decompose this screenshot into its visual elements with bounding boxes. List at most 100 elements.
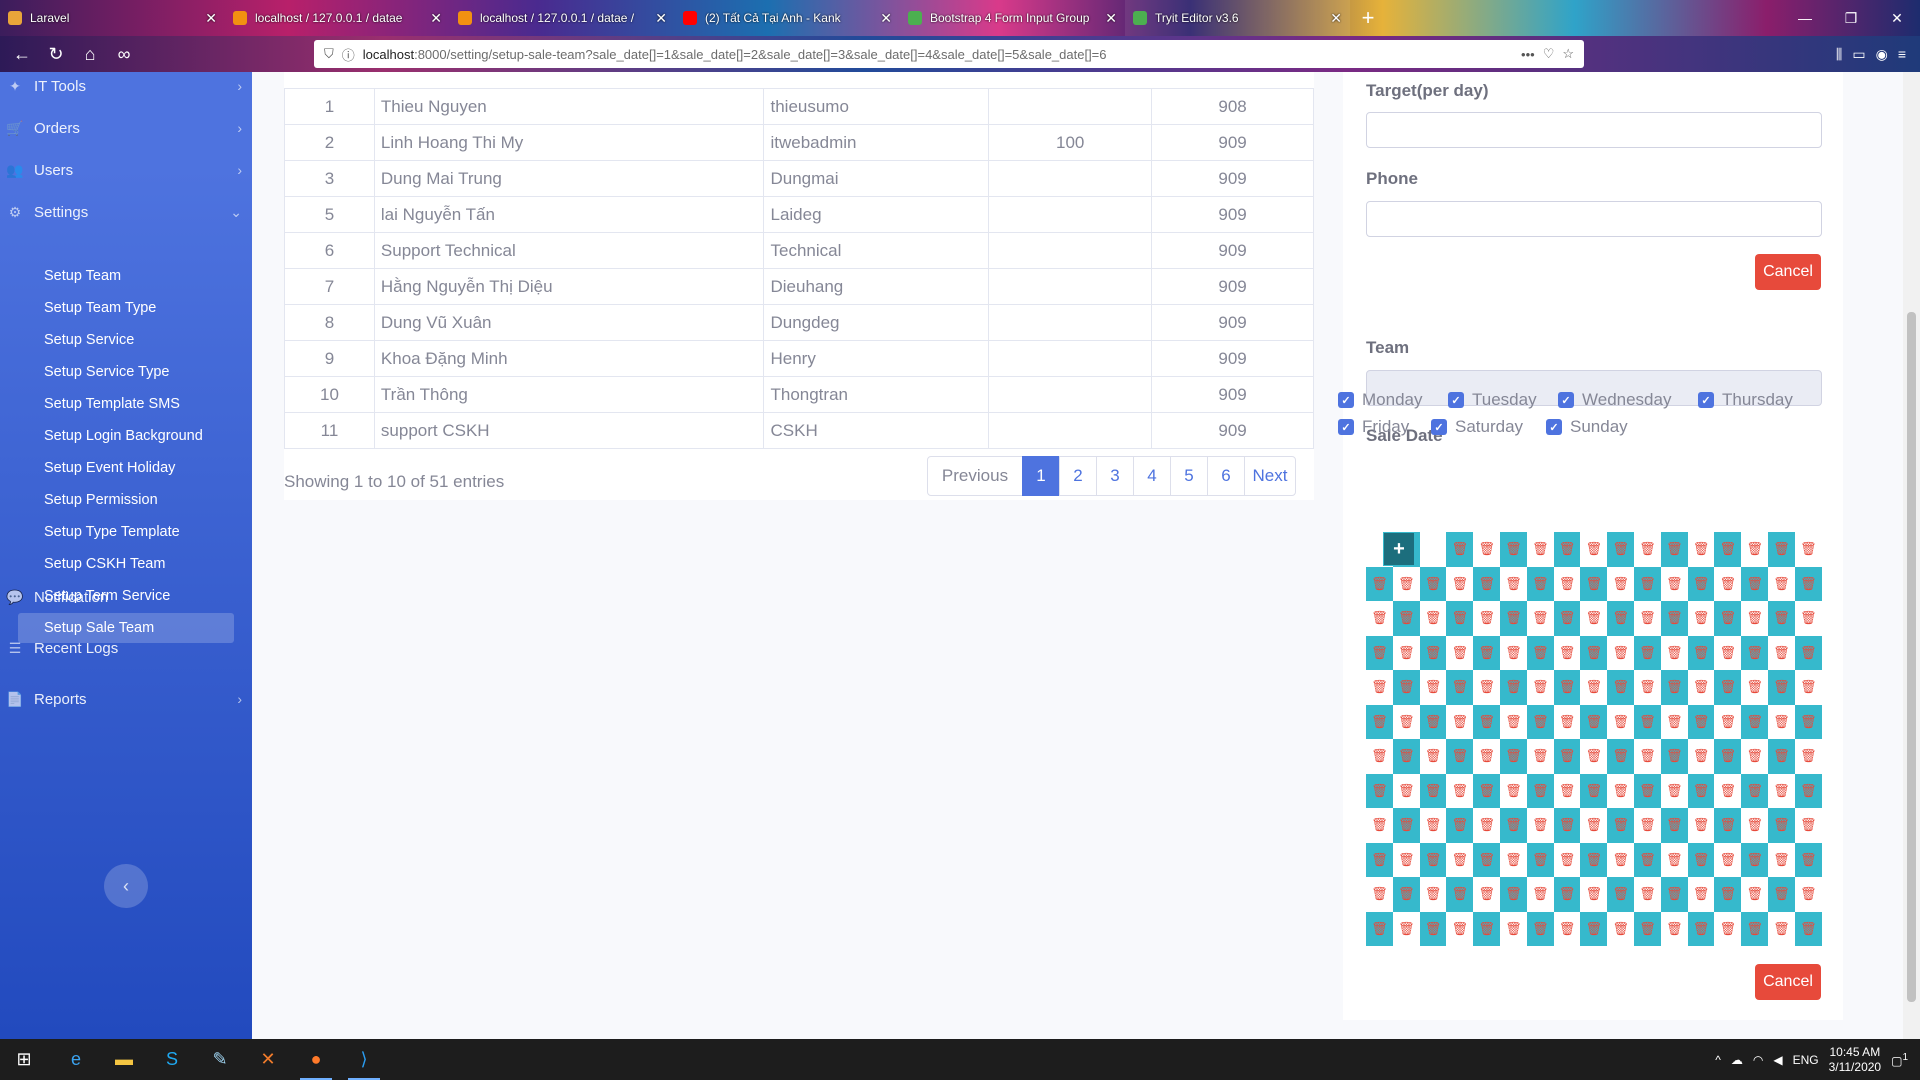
trash-icon[interactable]: 🗑 [1559,817,1576,833]
more-icon[interactable]: ••• [1521,47,1535,62]
grid-cell[interactable]: 🗑 [1741,773,1768,808]
trash-icon[interactable]: 🗑 [1693,921,1710,937]
grid-cell[interactable]: 🗑 [1419,773,1447,808]
trash-icon[interactable]: 🗑 [1505,610,1522,626]
trash-icon[interactable]: 🗑 [1505,748,1522,764]
trash-icon[interactable]: 🗑 [1746,783,1763,799]
bookmark-star-icon[interactable]: ☆ [1562,46,1574,62]
scrollbar-thumb[interactable] [1907,312,1916,1002]
grid-cell[interactable]: 🗑 [1553,532,1581,567]
browser-tab[interactable]: Laravel ✕ [0,0,225,36]
trash-icon[interactable]: 🗑 [1532,610,1549,626]
trash-icon[interactable]: 🗑 [1639,610,1656,626]
trash-icon[interactable]: 🗑 [1425,886,1442,902]
grid-cell[interactable]: 🗑 [1687,704,1715,739]
grid-cell[interactable]: 🗑 [1607,567,1634,602]
grid-cell[interactable]: 🗑 [1580,704,1608,739]
grid-cell[interactable] [1420,532,1447,567]
table-row[interactable]: 6 Support Technical Technical 909 [284,232,1314,269]
trash-icon[interactable]: 🗑 [1532,783,1549,799]
grid-cell[interactable]: 🗑 [1473,566,1500,601]
grid-cell[interactable]: 🗑 [1607,705,1634,740]
table-row[interactable]: 1 Thieu Nguyen thieusumo 908 [284,88,1314,125]
table-row[interactable]: 8 Dung Vũ Xuân Dungdeg 909 [284,304,1314,341]
page-scrollbar[interactable] [1903,72,1920,1039]
trash-icon[interactable]: 🗑 [1666,921,1683,937]
trash-icon[interactable]: 🗑 [1773,852,1790,868]
trash-icon[interactable]: 🗑 [1586,679,1603,695]
trash-icon[interactable]: 🗑 [1532,817,1549,833]
grid-cell[interactable]: 🗑 [1526,635,1554,670]
checkbox-checked-icon[interactable]: ✓ [1546,419,1562,435]
grid-cell[interactable]: 🗑 [1500,705,1527,740]
sidebar-subitem[interactable]: Setup Event Holiday [18,453,234,483]
grid-cell[interactable]: 🗑 [1500,567,1527,602]
trash-icon[interactable]: 🗑 [1693,541,1710,557]
trash-icon[interactable]: 🗑 [1800,921,1817,937]
trash-icon[interactable]: 🗑 [1478,817,1495,833]
grid-cell[interactable]: 🗑 [1553,877,1581,912]
grid-cell[interactable]: 🗑 [1580,911,1608,946]
trash-icon[interactable]: 🗑 [1800,576,1817,592]
grid-cell[interactable]: 🗑 [1634,739,1661,774]
trash-icon[interactable]: 🗑 [1505,679,1522,695]
trash-icon[interactable]: 🗑 [1398,748,1415,764]
grid-cell[interactable]: 🗑 [1634,877,1661,912]
trash-icon[interactable]: 🗑 [1612,886,1629,902]
grid-cell[interactable]: 🗑 [1553,601,1581,636]
grid-cell[interactable]: 🗑 [1794,842,1822,877]
grid-cell[interactable]: 🗑 [1580,842,1608,877]
sidebar-toggle-button[interactable]: ‹ [104,864,148,908]
trash-icon[interactable]: 🗑 [1693,610,1710,626]
grid-cell[interactable]: 🗑 [1553,739,1581,774]
checkbox-checked-icon[interactable]: ✓ [1698,392,1714,408]
trash-icon[interactable]: 🗑 [1720,748,1737,764]
grid-cell[interactable]: 🗑 [1794,911,1822,946]
grid-cell[interactable]: 🗑 [1580,601,1607,636]
grid-cell[interactable]: 🗑 [1795,808,1822,843]
grid-cell[interactable]: 🗑 [1660,670,1688,705]
grid-cell[interactable]: 🗑 [1660,601,1688,636]
sidebar-subitem[interactable]: Setup Team [18,261,234,291]
grid-cell[interactable]: 🗑 [1768,739,1795,774]
sale-day-checkbox-thursday[interactable]: ✓ Thursday [1698,390,1793,410]
grid-cell[interactable]: 🗑 [1446,532,1474,567]
grid-cell[interactable]: 🗑 [1607,877,1634,912]
grid-cell[interactable]: 🗑 [1741,670,1768,705]
grid-cell[interactable]: 🗑 [1795,532,1822,567]
grid-cell[interactable]: 🗑 [1741,566,1768,601]
trash-icon[interactable]: 🗑 [1666,783,1683,799]
trash-icon[interactable]: 🗑 [1639,852,1656,868]
grid-cell[interactable]: 🗑 [1473,704,1500,739]
table-row[interactable]: 3 Dung Mai Trung Dungmai 909 [284,160,1314,197]
grid-cell[interactable]: 🗑 [1366,773,1393,808]
firefox-icon[interactable]: ● [292,1039,340,1080]
grid-cell[interactable]: 🗑 [1794,566,1822,601]
trash-icon[interactable]: 🗑 [1559,576,1576,592]
menu-icon[interactable]: ≡ [1898,46,1906,63]
grid-cell[interactable]: 🗑 [1580,566,1608,601]
trash-icon[interactable]: 🗑 [1532,576,1549,592]
sidebar-subitem[interactable]: Setup Type Template [18,517,234,547]
chevron-up-icon[interactable]: ^ [1715,1053,1721,1067]
trash-icon[interactable]: 🗑 [1371,576,1388,592]
grid-cell[interactable]: 🗑 [1500,808,1527,843]
grid-cell[interactable]: 🗑 [1714,877,1742,912]
grid-cell[interactable]: 🗑 [1794,635,1822,670]
grid-cell[interactable]: 🗑 [1393,843,1420,878]
grid-cell[interactable]: 🗑 [1660,808,1688,843]
grid-cell[interactable]: 🗑 [1366,704,1393,739]
trash-icon[interactable]: 🗑 [1559,679,1576,695]
grid-cell[interactable]: 🗑 [1688,739,1715,774]
trash-icon[interactable]: 🗑 [1371,817,1388,833]
language-indicator[interactable]: ENG [1793,1053,1819,1067]
trash-icon[interactable]: 🗑 [1639,645,1656,661]
grid-cell[interactable]: 🗑 [1446,808,1474,843]
trash-icon[interactable]: 🗑 [1666,610,1683,626]
trash-icon[interactable]: 🗑 [1586,576,1603,592]
grid-cell[interactable]: 🗑 [1768,808,1795,843]
trash-icon[interactable]: 🗑 [1559,541,1576,557]
trash-icon[interactable]: 🗑 [1612,817,1629,833]
grid-cell[interactable]: 🗑 [1554,774,1581,809]
grid-cell[interactable]: 🗑 [1392,739,1420,774]
